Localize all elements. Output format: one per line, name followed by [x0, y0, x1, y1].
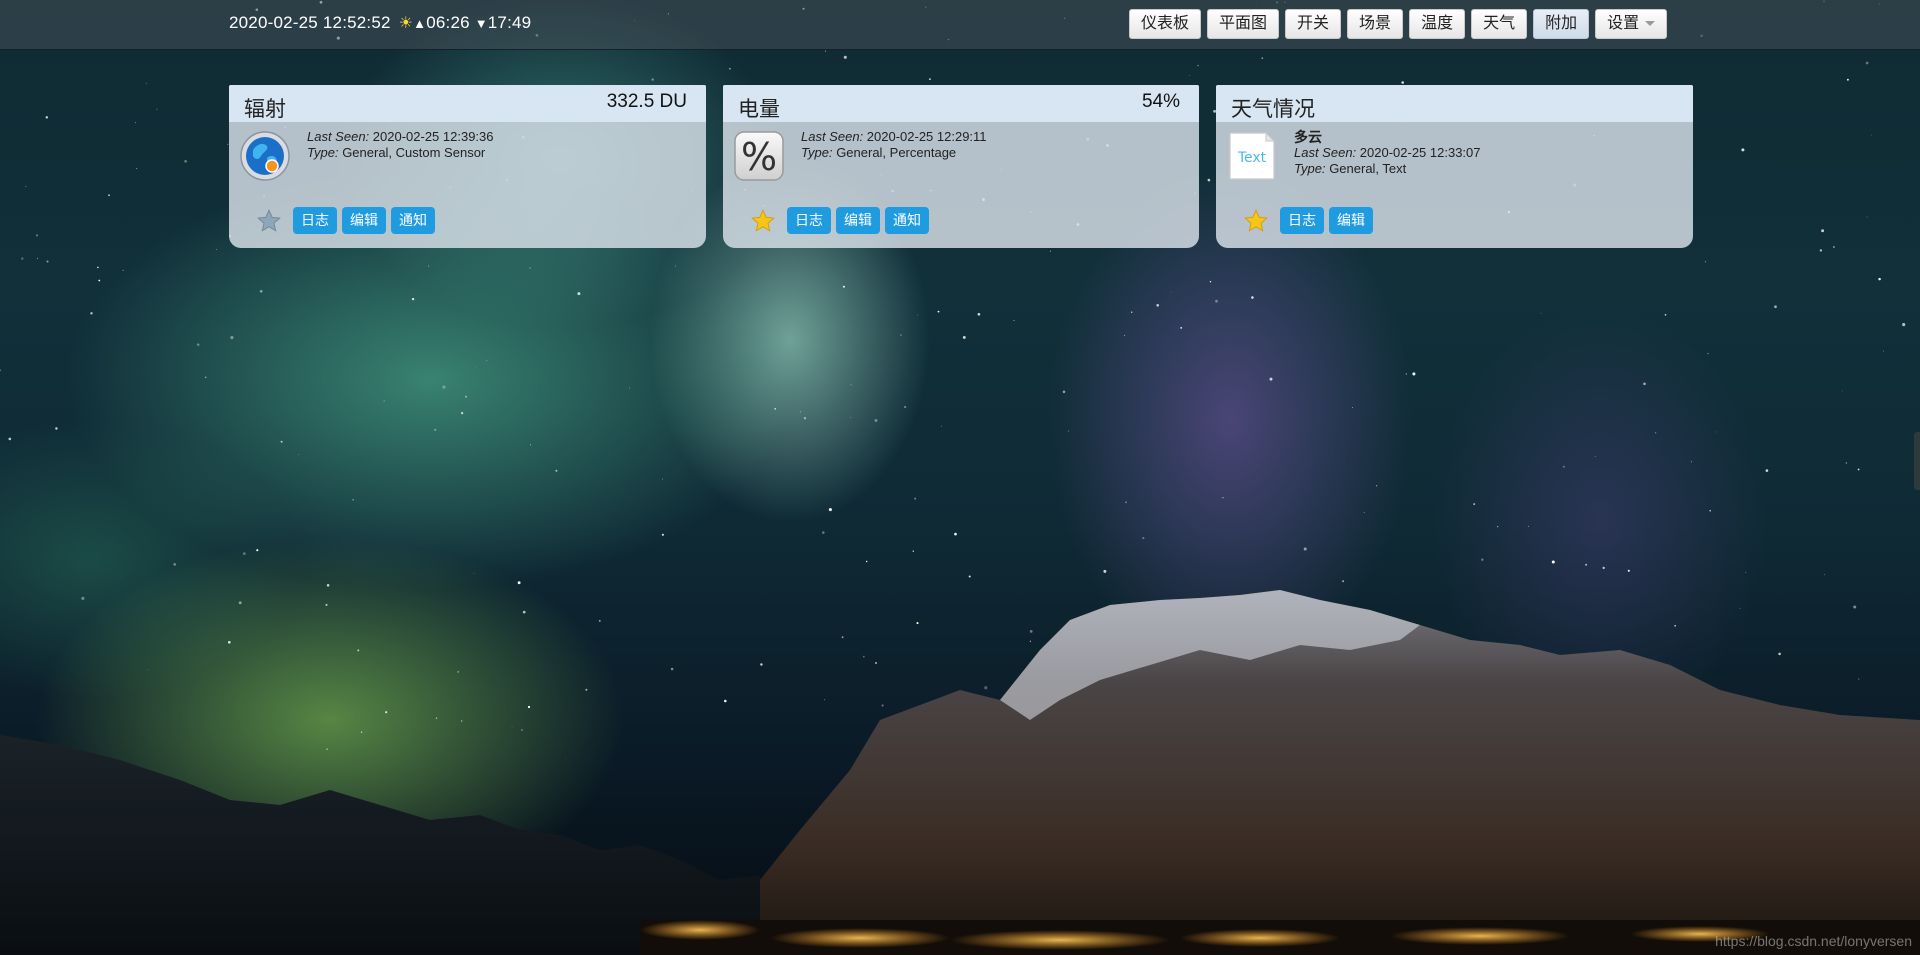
device-card-weather-condition: 天气情况 Text 多云 Last Seen: 2020-02-25 12:33… — [1216, 85, 1693, 248]
last-seen-value: 2020-02-25 12:39:36 — [372, 129, 494, 144]
edit-button[interactable]: 编辑 — [342, 207, 386, 234]
top-bar: 2020-02-25 12:52:52 ☀▲06:26 ▼17:49 仪表板 平… — [0, 0, 1920, 50]
nav-switches[interactable]: 开关 — [1285, 9, 1342, 39]
last-seen-label: Last Seen: — [1294, 145, 1357, 160]
nav-floorplan[interactable]: 平面图 — [1207, 9, 1280, 39]
text-document-icon[interactable]: Text — [1226, 130, 1278, 182]
edit-button[interactable]: 编辑 — [836, 207, 880, 234]
nav-temperature[interactable]: 温度 — [1409, 9, 1466, 39]
log-button[interactable]: 日志 — [787, 207, 831, 234]
type-value: General, Custom Sensor — [342, 145, 486, 160]
nav-utility[interactable]: 附加 — [1533, 9, 1590, 39]
card-header: 天气情况 — [1216, 85, 1693, 122]
text-sensor-value: 多云 — [1294, 129, 1322, 145]
card-info: 多云 Last Seen: 2020-02-25 12:33:07 Type: … — [1294, 129, 1481, 177]
star-filled-icon[interactable] — [1243, 208, 1269, 234]
last-seen-value: 2020-02-25 12:29:11 — [866, 129, 987, 144]
main-nav: 仪表板 平面图 开关 场景 温度 天气 附加 设置 — [1129, 9, 1668, 39]
last-seen-label: Last Seen: — [801, 129, 864, 144]
type-label: Type: — [307, 145, 339, 160]
device-card-battery: 电量 54% % Last Seen: 2020-02-25 12:29:11 … — [723, 85, 1199, 248]
card-title: 辐射 — [244, 98, 286, 121]
type-label: Type: — [1294, 161, 1326, 176]
side-scroll-handle[interactable] — [1914, 432, 1920, 490]
percent-icon[interactable]: % — [733, 130, 785, 182]
sun-icon: ☀ — [398, 15, 414, 32]
notify-button[interactable]: 通知 — [885, 207, 929, 234]
globe-sensor-icon[interactable] — [239, 130, 291, 182]
card-title: 电量 — [738, 98, 780, 121]
card-value: 332.5 DU — [606, 91, 687, 112]
sunset-arrow-icon: ▼ — [474, 16, 488, 31]
watermark: https://blog.csdn.net/lonyversen — [1715, 933, 1912, 949]
nav-weather[interactable]: 天气 — [1471, 9, 1528, 39]
device-card-radiation: 辐射 332.5 DU Last Seen: 2020-02-25 12:39:… — [229, 85, 706, 248]
star-filled-icon[interactable] — [750, 208, 776, 234]
nav-scenes[interactable]: 场景 — [1347, 9, 1404, 39]
type-value: General, Text — [1329, 161, 1407, 176]
card-actions: 日志 编辑 通知 — [750, 207, 934, 234]
star-outline-icon[interactable] — [256, 208, 282, 234]
card-value: 54% — [1141, 91, 1180, 112]
card-info: Last Seen: 2020-02-25 12:29:11 Type: Gen… — [801, 129, 987, 161]
chevron-down-icon — [1645, 21, 1656, 27]
edit-button[interactable]: 编辑 — [1329, 207, 1373, 234]
type-value: General, Percentage — [836, 145, 957, 160]
card-header: 辐射 332.5 DU — [229, 85, 706, 122]
card-actions: 日志 编辑 — [1243, 207, 1378, 234]
clock: 2020-02-25 12:52:52 ☀▲06:26 ▼17:49 — [229, 13, 531, 33]
icon-text: Text — [1237, 150, 1267, 166]
last-seen-value: 2020-02-25 12:33:07 — [1359, 145, 1481, 160]
nav-dashboard[interactable]: 仪表板 — [1129, 9, 1202, 39]
datetime: 2020-02-25 12:52:52 — [229, 13, 391, 32]
nav-setup[interactable]: 设置 — [1595, 9, 1668, 39]
sunrise-arrow-icon: ▲ — [413, 16, 427, 31]
log-button[interactable]: 日志 — [1280, 207, 1324, 234]
last-seen-label: Last Seen: — [307, 129, 370, 144]
card-info: Last Seen: 2020-02-25 12:39:36 Type: Gen… — [307, 129, 494, 161]
nav-setup-label: 设置 — [1607, 15, 1640, 32]
card-actions: 日志 编辑 通知 — [256, 207, 440, 234]
svg-text:%: % — [741, 135, 777, 179]
card-header: 电量 54% — [723, 85, 1199, 122]
log-button[interactable]: 日志 — [293, 207, 337, 234]
card-title: 天气情况 — [1231, 98, 1315, 121]
type-label: Type: — [801, 145, 833, 160]
sunset-time: 17:49 — [487, 13, 532, 32]
notify-button[interactable]: 通知 — [391, 207, 435, 234]
sunrise-time: 06:26 — [426, 13, 470, 32]
